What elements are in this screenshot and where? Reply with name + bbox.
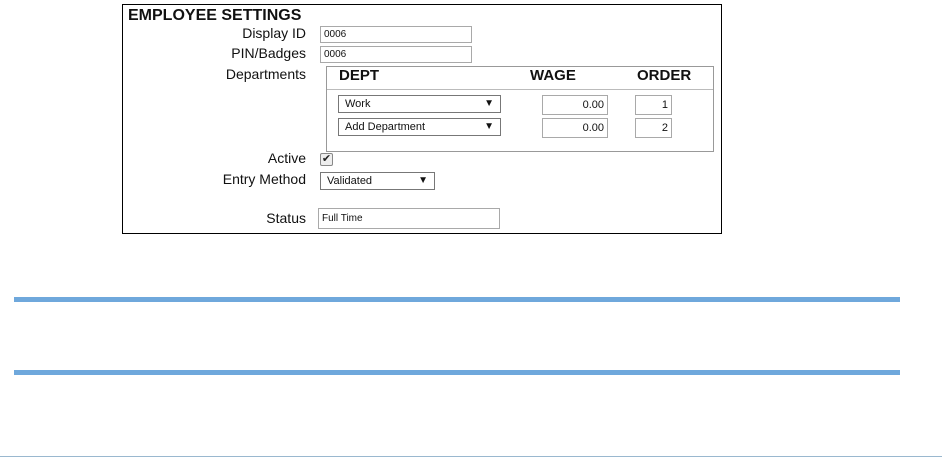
chevron-down-icon: ▼	[484, 121, 494, 132]
pin-badges-label: PIN/Badges	[231, 45, 306, 61]
panel-title: EMPLOYEE SETTINGS	[128, 7, 302, 24]
chevron-down-icon: ▼	[418, 175, 428, 186]
entry-method-select[interactable]: Validated ▼	[320, 172, 435, 190]
dept-select-row-2[interactable]: Add Department ▼	[338, 118, 501, 136]
status-input[interactable]: Full Time	[318, 208, 500, 229]
wage-input-row-1[interactable]: 0.00	[542, 95, 608, 115]
table-header-divider	[327, 89, 713, 90]
wage-input-row-2[interactable]: 0.00	[542, 118, 608, 138]
order-input-row-2[interactable]: 2	[635, 118, 672, 138]
display-id-label: Display ID	[242, 25, 306, 41]
active-checkbox[interactable]: ✔	[320, 153, 333, 166]
horizontal-rule-top	[14, 297, 900, 302]
active-label: Active	[267, 150, 306, 166]
wage-column-header: WAGE	[530, 67, 576, 84]
pin-badges-input[interactable]: 0006	[320, 46, 472, 63]
entry-method-value: Validated	[327, 175, 373, 187]
dept-select-value: Work	[345, 98, 371, 110]
order-input-row-1[interactable]: 1	[635, 95, 672, 115]
page-bottom-divider	[0, 456, 942, 457]
chevron-down-icon: ▼	[484, 98, 494, 109]
dept-select-row-1[interactable]: Work ▼	[338, 95, 501, 113]
entry-method-label: Entry Method	[222, 171, 306, 187]
status-label: Status	[266, 210, 306, 226]
dept-select-value: Add Department	[345, 121, 426, 133]
page: EMPLOYEE SETTINGS Display ID 0006 PIN/Ba…	[0, 0, 942, 458]
order-column-header: ORDER	[637, 67, 692, 84]
departments-table: DEPT WAGE ORDER Work ▼ 0.00 1 Add Depart…	[326, 66, 714, 152]
departments-label: Departments	[225, 66, 306, 82]
display-id-input[interactable]: 0006	[320, 26, 472, 43]
employee-settings-panel: EMPLOYEE SETTINGS Display ID 0006 PIN/Ba…	[122, 4, 722, 234]
horizontal-rule-bottom	[14, 370, 900, 375]
dept-column-header: DEPT	[339, 67, 380, 84]
